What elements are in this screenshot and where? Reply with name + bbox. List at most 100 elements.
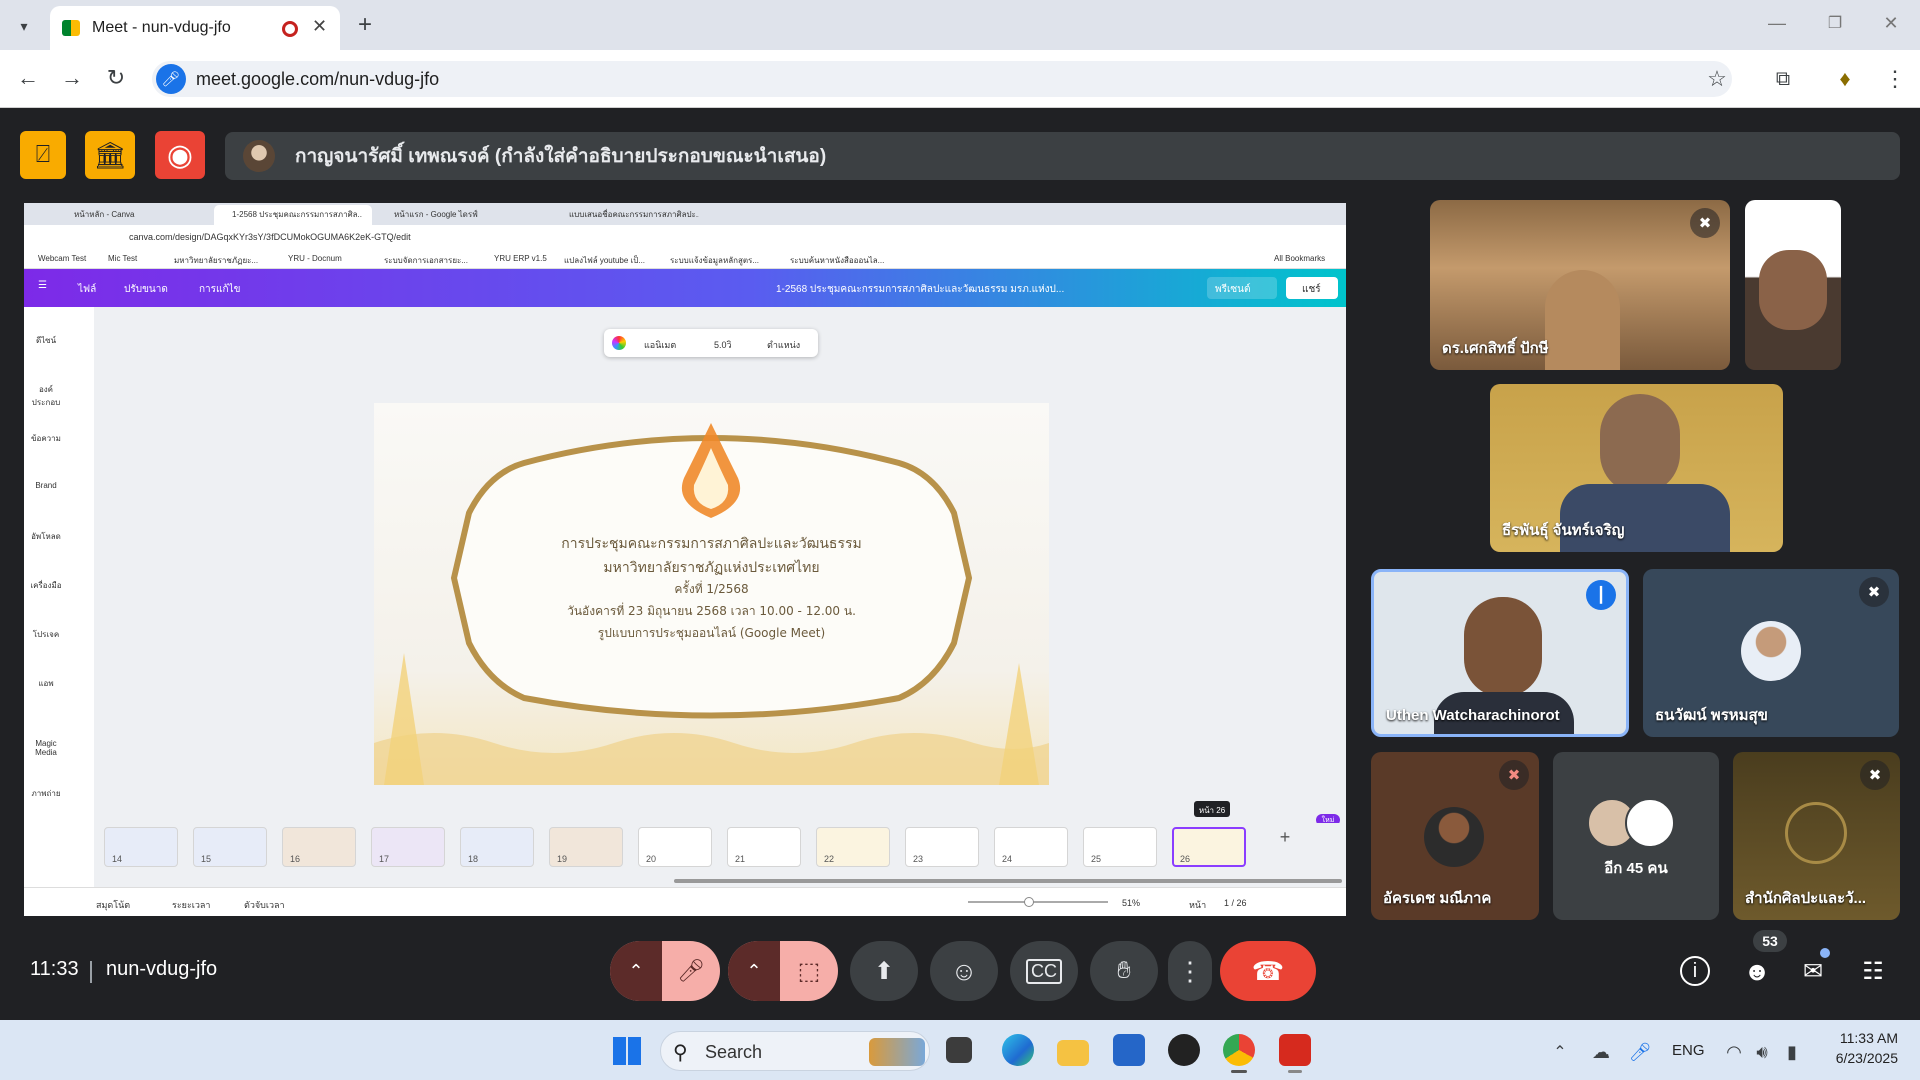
zoom-slider-knob[interactable] (1024, 897, 1034, 907)
sidebar-projects[interactable]: โปรเจค (26, 628, 66, 641)
present-screen-button[interactable]: ⬆ (850, 941, 918, 1001)
emoji-button[interactable]: ☺ (930, 941, 998, 1001)
tab-close-icon[interactable]: ✕ (312, 16, 327, 37)
canva-edit-menu[interactable]: การแก้ไข (199, 282, 240, 297)
windows-start-icon[interactable] (613, 1037, 641, 1065)
sidebar-tools[interactable]: เครื่องมือ (26, 579, 66, 592)
meet-favicon-icon (62, 20, 80, 36)
battery-icon[interactable]: ▮ (1780, 1040, 1804, 1064)
participant-tile-4[interactable]: ┃ Uthen Watcharachinorot (1371, 569, 1629, 737)
sidebar-brand[interactable]: Brand (26, 481, 66, 490)
wifi-icon[interactable]: ◠ (1722, 1040, 1746, 1064)
notes-button[interactable]: สมุดโน้ต (96, 898, 130, 912)
dell-icon[interactable] (1168, 1034, 1200, 1066)
profile-icon[interactable]: ♦ (1830, 64, 1860, 94)
file-explorer-icon[interactable] (1057, 1040, 1089, 1066)
slide-thumbnail-number: 24 (1002, 854, 1013, 864)
participant-tile-3[interactable]: ธีรพันธุ์ จันทร์เจริญ (1490, 384, 1783, 552)
sidebar-magic-media[interactable]: Magic Media (26, 739, 66, 757)
animate-button[interactable]: แอนิเมต (644, 338, 676, 352)
reload-icon[interactable]: ↻ (100, 62, 132, 94)
more-options-button[interactable]: ⋮ (1168, 941, 1212, 1001)
extensions-icon[interactable]: ⧉ (1768, 64, 1798, 94)
info-building-icon[interactable]: 🏛︎ (85, 131, 135, 179)
color-picker-icon[interactable] (612, 336, 626, 350)
bookmark-star-icon[interactable]: ☆ (1702, 64, 1732, 94)
others-tile[interactable]: อีก 45 คน (1553, 752, 1719, 920)
add-page-button[interactable]: + (1272, 827, 1298, 853)
sidebar-photos[interactable]: ภาพถ่าย (26, 787, 66, 800)
pages-button[interactable]: หน้า (1189, 898, 1206, 912)
duration-button[interactable]: 5.0วิ (714, 338, 732, 352)
sidebar-uploads[interactable]: อัพโหลด (26, 530, 66, 543)
participant-tile-5[interactable]: ✖ ธนวัฒน์ พรหมสุข (1643, 569, 1899, 737)
chevron-up-icon[interactable]: ⌃ (728, 941, 780, 1001)
mic-off-icon[interactable]: 🎤︎ (662, 941, 720, 1001)
onedrive-icon[interactable]: ☁ (1588, 1040, 1614, 1064)
back-icon[interactable]: ← (12, 62, 44, 94)
mic-tray-icon[interactable]: 🎤︎ (1628, 1040, 1652, 1064)
mic-off-icon: ✖ (1690, 208, 1720, 238)
bookmark-3: มหาวิทยาลัยราชภัฏยะ... (174, 256, 259, 265)
acrobat-icon[interactable] (1279, 1034, 1311, 1066)
clock-date[interactable]: 6/23/2025 (1818, 1050, 1898, 1066)
participant-tile-8[interactable]: ✖ สำนักศิลปะและวั... (1733, 752, 1900, 920)
edge-icon[interactable] (1002, 1034, 1034, 1066)
browser-tab-meet[interactable]: Meet - nun-vdug-jfo ✕ (50, 6, 340, 50)
canva-file-menu[interactable]: ไฟล์ (78, 282, 96, 297)
avatar (1625, 798, 1675, 848)
sidebar-apps[interactable]: แอพ (26, 677, 66, 690)
forward-icon[interactable]: → (56, 62, 88, 94)
tab-search-icon[interactable]: ▾ (10, 12, 38, 40)
participant-name: ดร.เศกสิทธิ์ ปักษี (1442, 340, 1549, 357)
canva-present-button[interactable]: พรีเซนต์ (1207, 277, 1277, 299)
leave-call-button[interactable]: ☎︎ (1220, 941, 1316, 1001)
chevron-up-icon[interactable]: ⌃ (610, 941, 662, 1001)
chat-notification-dot (1820, 948, 1830, 958)
activities-icon[interactable]: ☷ (1856, 954, 1890, 988)
participant-tile-6[interactable]: ✖ อัครเดช มณีภาค (1371, 752, 1539, 920)
canva-menu-icon[interactable]: ☰ (38, 280, 47, 291)
volume-icon[interactable]: 🔊︎ (1750, 1040, 1774, 1064)
canva-share-button[interactable]: แชร์ (1286, 277, 1338, 299)
presenter-text: กาญจนารัศมิ์ เทพณรงค์ (กำลังใส่คำอธิบายป… (295, 146, 827, 167)
zoom-slider[interactable] (968, 901, 1108, 903)
new-tab-icon[interactable]: + (350, 10, 380, 40)
sidebar-text[interactable]: ข้อความ (26, 432, 66, 445)
participant-tile-1[interactable]: ✖ ดร.เศกสิทธิ์ ปักษี (1430, 200, 1730, 370)
window-minimize-icon[interactable]: — (1762, 8, 1792, 38)
participant-name: ธีรพันธุ์ จันทร์เจริญ (1502, 522, 1625, 539)
canva-resize-menu[interactable]: ปรับขนาด (124, 282, 168, 297)
participant-tile-2[interactable] (1745, 200, 1841, 370)
window-close-icon[interactable]: ✕ (1876, 8, 1906, 38)
acrobat-active-indicator (1288, 1070, 1302, 1073)
chrome-icon[interactable] (1223, 1034, 1255, 1066)
captions-button[interactable]: CC (1010, 941, 1078, 1001)
task-view-icon[interactable] (946, 1037, 972, 1063)
sidebar-elements[interactable]: องค์ประกอบ (26, 383, 66, 409)
thumbnail-scrollbar[interactable] (674, 879, 1342, 883)
position-button[interactable]: ตำแหน่ง (767, 338, 800, 352)
tray-overflow-icon[interactable]: ⌃ (1548, 1040, 1572, 1064)
chrome-active-indicator (1231, 1070, 1247, 1073)
clock-time[interactable]: 11:33 AM (1818, 1030, 1898, 1046)
sidebar-design[interactable]: ดีไซน์ (26, 334, 66, 347)
canva-sidebar: ดีไซน์ องค์ประกอบ ข้อความ Brand อัพโหลด … (24, 307, 94, 887)
shared-tab-4: แบบเสนอชื่อคณะกรรมการสภาศิลปะ... (569, 210, 699, 219)
store-icon[interactable] (1113, 1034, 1145, 1066)
chat-icon[interactable]: ✉ (1796, 954, 1830, 988)
raise-hand-button[interactable]: ✋︎ (1090, 941, 1158, 1001)
people-icon[interactable]: ☻ (1740, 954, 1774, 988)
timer-button[interactable]: ตัวจับเวลา (244, 898, 285, 912)
address-bar[interactable]: 🎤︎ meet.google.com/nun-vdug-jfo (152, 61, 1732, 97)
language-indicator[interactable]: ENG (1672, 1042, 1705, 1059)
bookmark-8: ระบบแจ้งข้อมูลหลักสูตร... (670, 256, 760, 265)
window-restore-icon[interactable]: ❐ (1820, 8, 1850, 38)
camera-off-icon[interactable]: ⬚ (780, 941, 838, 1001)
duration-status[interactable]: ระยะเวลา (172, 898, 210, 912)
browser-menu-icon[interactable]: ⋮ (1880, 64, 1910, 94)
meeting-info-icon[interactable]: i (1680, 956, 1710, 986)
recording-icon[interactable]: ◉ (155, 131, 205, 179)
annotation-off-icon[interactable]: ⍁ (20, 131, 66, 179)
taskbar-search-box[interactable]: ⚲ Search (660, 1031, 930, 1071)
